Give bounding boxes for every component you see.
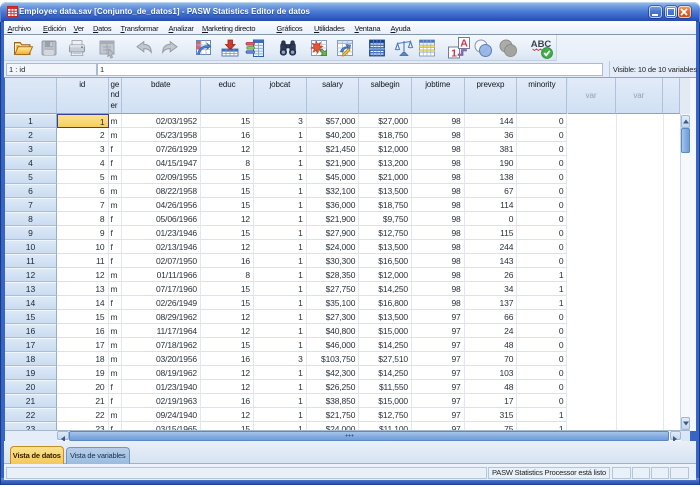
svg-text:1: 1 [451,48,457,60]
svg-text:A: A [460,38,468,50]
